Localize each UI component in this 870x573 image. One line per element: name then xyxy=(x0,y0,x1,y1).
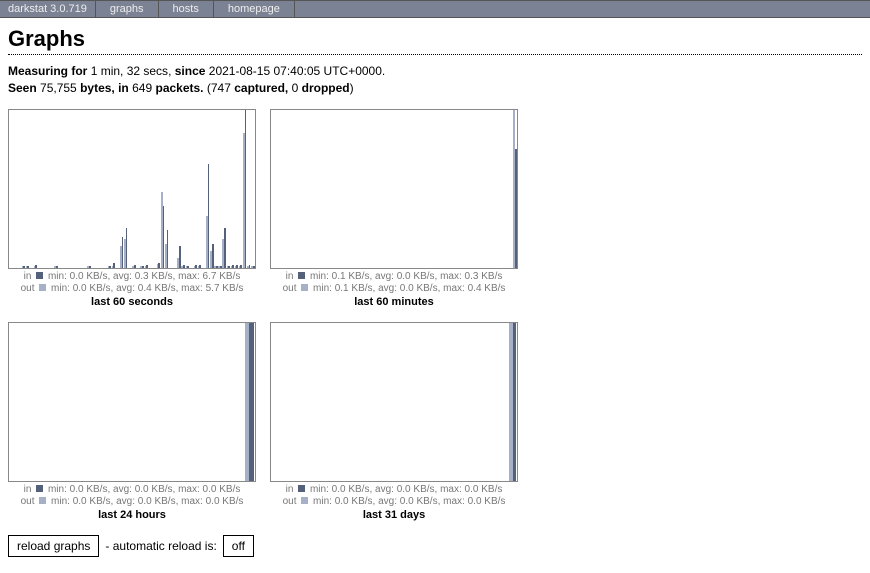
legend-seconds: in min: 0.0 KB/s, avg: 0.3 KB/s, max: 6.… xyxy=(21,271,244,295)
dropped-label: dropped xyxy=(302,81,350,95)
graph-hours xyxy=(8,322,256,482)
captured-count: 747 xyxy=(211,81,231,95)
graphs-row-2: in min: 0.0 KB/s, avg: 0.0 KB/s, max: 0.… xyxy=(8,322,862,521)
legend-days: in min: 0.0 KB/s, avg: 0.0 KB/s, max: 0.… xyxy=(283,484,506,508)
seen-bytes: 75,755 xyxy=(40,81,77,95)
swatch-out-icon xyxy=(301,284,308,291)
bytes-label: bytes, in xyxy=(80,81,129,95)
swatch-in-icon xyxy=(36,485,43,492)
swatch-in-icon xyxy=(298,485,305,492)
since-time: 2021-08-15 07:40:05 UTC+0000 xyxy=(209,64,382,78)
swatch-out-icon xyxy=(301,497,308,504)
graph-block-seconds: in min: 0.0 KB/s, avg: 0.3 KB/s, max: 6.… xyxy=(8,109,256,308)
page-content: Graphs Measuring for 1 min, 32 secs, sin… xyxy=(0,18,870,573)
graph-block-days: in min: 0.0 KB/s, avg: 0.0 KB/s, max: 0.… xyxy=(270,322,518,521)
captured-label: captured, xyxy=(234,81,288,95)
graph-title-days: last 31 days xyxy=(363,509,425,521)
graph-minutes xyxy=(270,109,518,269)
graph-seconds xyxy=(8,109,256,269)
measuring-label: Measuring for xyxy=(8,64,87,78)
nav-graphs[interactable]: graphs xyxy=(96,1,159,17)
top-navbar: darkstat 3.0.719 graphs hosts homepage xyxy=(0,0,870,18)
page-title: Graphs xyxy=(8,26,862,52)
graph-block-hours: in min: 0.0 KB/s, avg: 0.0 KB/s, max: 0.… xyxy=(8,322,256,521)
title-separator xyxy=(8,54,862,55)
dropped-count: 0 xyxy=(292,81,299,95)
swatch-in-icon xyxy=(36,272,43,279)
app-name: darkstat 3.0.719 xyxy=(0,1,96,17)
measuring-duration: 1 min, 32 secs xyxy=(91,64,168,78)
graphs-row-1: in min: 0.0 KB/s, avg: 0.3 KB/s, max: 6.… xyxy=(8,109,862,308)
graph-title-minutes: last 60 minutes xyxy=(354,296,433,308)
auto-reload-text: - automatic reload is: xyxy=(105,539,216,553)
nav-homepage[interactable]: homepage xyxy=(214,1,295,17)
graph-title-seconds: last 60 seconds xyxy=(91,296,173,308)
seen-packets: 649 xyxy=(132,81,152,95)
auto-reload-toggle[interactable]: off xyxy=(223,535,254,557)
seen-label: Seen xyxy=(8,81,37,95)
nav-hosts[interactable]: hosts xyxy=(159,1,214,17)
reload-graphs-button[interactable]: reload graphs xyxy=(8,535,99,557)
swatch-in-icon xyxy=(298,272,305,279)
swatch-out-icon xyxy=(39,284,46,291)
since-label: since xyxy=(175,64,206,78)
legend-hours: in min: 0.0 KB/s, avg: 0.0 KB/s, max: 0.… xyxy=(21,484,244,508)
swatch-out-icon xyxy=(39,497,46,504)
controls-row: reload graphs - automatic reload is: off xyxy=(8,535,862,557)
status-block: Measuring for 1 min, 32 secs, since 2021… xyxy=(8,63,862,97)
graph-block-minutes: in min: 0.1 KB/s, avg: 0.0 KB/s, max: 0.… xyxy=(270,109,518,308)
graph-days xyxy=(270,322,518,482)
graph-title-hours: last 24 hours xyxy=(98,509,166,521)
legend-minutes: in min: 0.1 KB/s, avg: 0.0 KB/s, max: 0.… xyxy=(283,271,506,295)
packets-label: packets. xyxy=(155,81,203,95)
